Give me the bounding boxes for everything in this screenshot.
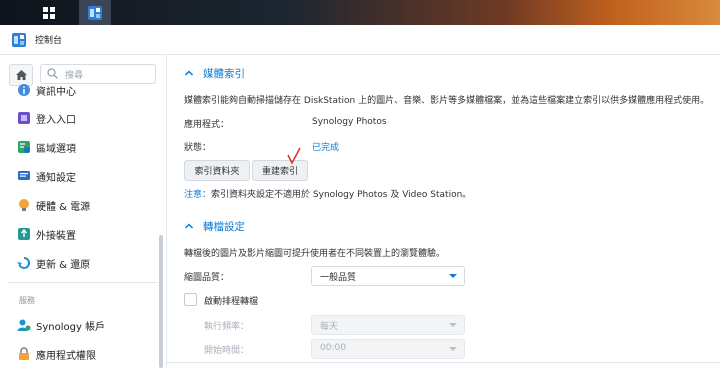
regional-options-icon bbox=[18, 141, 30, 153]
sidebar-scrollbar[interactable] bbox=[159, 235, 163, 368]
media-index-description: 媒體索引能夠自動掃描儲存在 DiskStation 上的圖片、音樂、影片等多媒體… bbox=[184, 93, 709, 106]
application-privileges-icon bbox=[19, 347, 29, 360]
chevron-down-icon bbox=[449, 347, 457, 351]
section-conversion-header[interactable]: 轉檔設定 bbox=[184, 218, 245, 234]
window-title: 控制台 bbox=[35, 36, 63, 46]
section-title: 媒體索引 bbox=[203, 67, 245, 80]
frequency-label: 執行頻率： bbox=[204, 322, 250, 332]
note-text: 索引資料夾設定不適用於 bbox=[211, 190, 311, 200]
sidebar-item-label: 通知設定 bbox=[36, 172, 76, 184]
sidebar-item-label: 更新 & 還原 bbox=[36, 259, 91, 271]
notification-icon bbox=[18, 171, 30, 180]
taskbar bbox=[0, 0, 720, 25]
sidebar-item-application-privileges[interactable]: 應用程式權限 bbox=[0, 342, 158, 366]
sidebar-group-services: 服務 bbox=[19, 296, 35, 305]
sidebar-item-external-devices[interactable]: 外接裝置 bbox=[0, 222, 158, 246]
description-text: 上的圖片、音樂、影片等多媒體檔案，並為這些檔案建立索引以供多媒體應用程式使用。 bbox=[358, 96, 710, 106]
thumbnail-quality-select[interactable]: 一般品質 bbox=[311, 266, 465, 286]
sidebar-item-label: 應用程式權限 bbox=[36, 350, 96, 362]
select-value: 00:00 bbox=[320, 343, 346, 353]
chevron-down-icon bbox=[449, 323, 457, 327]
main-menu-button[interactable] bbox=[31, 0, 67, 25]
schedule-conversion-checkbox[interactable] bbox=[184, 293, 197, 306]
select-value: 一般品質 bbox=[320, 273, 357, 283]
frequency-select[interactable]: 每天 bbox=[311, 315, 465, 335]
schedule-conversion-label: 啟動排程轉檔 bbox=[204, 297, 259, 307]
sidebar-item-label: 硬體 & 電源 bbox=[36, 201, 91, 213]
taskbar-control-panel[interactable] bbox=[79, 0, 111, 25]
sidebar-item-login-portal[interactable]: 登入入口 bbox=[0, 106, 158, 130]
sidebar-divider bbox=[8, 282, 158, 283]
note-app: Video Station bbox=[402, 190, 463, 200]
app-grid-icon bbox=[43, 6, 55, 19]
note-prefix: 注意： bbox=[184, 190, 212, 200]
description-text: 媒體索引能夠自動掃描儲存在 bbox=[184, 96, 302, 106]
section-media-index-header[interactable]: 媒體索引 bbox=[184, 65, 245, 81]
media-index-note: 注意：索引資料夾設定不適用於 Synology Photos 及 Video S… bbox=[184, 187, 471, 200]
description-brand: DiskStation bbox=[303, 96, 356, 106]
external-devices-icon bbox=[18, 228, 30, 240]
main-panel: 媒體索引 媒體索引能夠自動掃描儲存在 DiskStation 上的圖片、音樂、影… bbox=[167, 55, 720, 368]
status-label: 狀態： bbox=[184, 143, 212, 153]
update-restore-icon bbox=[17, 256, 31, 269]
synology-account-icon bbox=[17, 319, 31, 331]
sidebar-item-label: 區域選項 bbox=[36, 143, 76, 155]
sidebar-item-regional-options[interactable]: 區域選項 bbox=[0, 135, 158, 159]
note-app: Synology Photos bbox=[312, 190, 388, 200]
control-panel-icon bbox=[88, 5, 102, 20]
thumbnail-quality-label: 縮圖品質： bbox=[184, 273, 230, 283]
chevron-down-icon bbox=[449, 274, 457, 278]
chevron-up-icon bbox=[184, 70, 194, 76]
sidebar-item-label: 登入入口 bbox=[36, 114, 76, 126]
hardware-power-icon bbox=[19, 199, 29, 211]
sidebar-item-label: 資訊中心 bbox=[36, 86, 76, 98]
application-value: Synology Photos bbox=[312, 117, 387, 127]
note-text: 及 bbox=[390, 190, 400, 200]
control-panel-icon bbox=[12, 33, 26, 47]
sidebar-item-synology-account[interactable]: Synology 帳戶 bbox=[0, 313, 158, 337]
chevron-up-icon bbox=[184, 223, 194, 229]
indexed-folder-button[interactable]: 索引資料夾 bbox=[184, 160, 250, 181]
section-title: 轉檔設定 bbox=[203, 220, 245, 233]
status-value: 已完成 bbox=[312, 143, 340, 153]
sidebar-item-update-restore[interactable]: 更新 & 還原 bbox=[0, 251, 158, 275]
sidebar-item-hardware-power[interactable]: 硬體 & 電源 bbox=[0, 193, 158, 217]
sidebar-item-info-center[interactable]: 資訊中心 bbox=[0, 78, 158, 102]
section-divider bbox=[167, 362, 720, 363]
sidebar-item-notification[interactable]: 通知設定 bbox=[0, 164, 158, 188]
conversion-description: 轉檔後的圖片及影片縮圖可提升使用者在不同裝置上的瀏覽體驗。 bbox=[184, 249, 446, 259]
login-portal-icon bbox=[18, 112, 30, 124]
application-label: 應用程式： bbox=[184, 120, 230, 130]
checkmark-annotation-icon bbox=[287, 147, 301, 165]
sidebar-item-label: 外接裝置 bbox=[36, 230, 76, 242]
start-time-select[interactable]: 00:00 bbox=[311, 339, 465, 359]
start-time-label: 開始時間： bbox=[204, 346, 250, 356]
select-value: 每天 bbox=[320, 322, 339, 332]
note-text: 。 bbox=[462, 190, 472, 200]
sidebar-item-label: Synology 帳戶 bbox=[36, 321, 106, 333]
info-icon bbox=[18, 84, 30, 96]
window-titlebar: 控制台 bbox=[0, 25, 720, 55]
sidebar: 搜尋 資訊中心 登入入口 區域選項 通知設定 硬體 & 電源 外接裝置 更新 &… bbox=[0, 55, 167, 368]
